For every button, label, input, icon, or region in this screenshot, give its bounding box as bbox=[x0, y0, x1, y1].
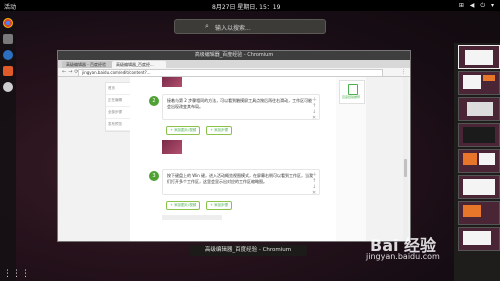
search-placeholder: 输入以搜索... bbox=[215, 25, 251, 32]
window-title: 高级编辑器_百度经验 - Chromium bbox=[58, 51, 410, 60]
scrollbar[interactable] bbox=[403, 77, 408, 241]
system-menu[interactable]: ⊞ ◀ ⏻ ▾ bbox=[459, 2, 496, 10]
workspace-thumb[interactable] bbox=[458, 45, 500, 69]
recommend-label: 百度经验推荐 bbox=[342, 95, 361, 99]
step-image-thumb[interactable] bbox=[162, 77, 182, 87]
step-text[interactable]: 按下键盘上的 Win 键，进入活动概览视图模式，在屏幕右侧可以看到工作区，当我们… bbox=[162, 169, 320, 195]
page-content: 首页 正在编辑 全部步骤 发布预览 2 接着与第 2 步骤相同的方法，可以看到触… bbox=[58, 77, 410, 241]
workspace-switcher bbox=[454, 43, 500, 281]
step-number: 2 bbox=[149, 96, 159, 106]
top-bar: 活动 8月27日 星期日, 15：19 ⊞ ◀ ⏻ ▾ bbox=[0, 0, 500, 11]
workspace-thumb[interactable] bbox=[458, 71, 500, 95]
files-icon[interactable] bbox=[3, 34, 13, 44]
watermark: Bai 经验 jingyan.baidu.com bbox=[366, 232, 440, 261]
search-icon: ⌕ bbox=[205, 22, 209, 30]
clock[interactable]: 8月27日 星期日, 15：19 bbox=[212, 2, 280, 11]
step-text[interactable]: 接着与第 2 步骤相同的方法，可以看到触摸屏工具点按后再往右滑动，工作区可能会出… bbox=[162, 94, 320, 120]
scrollbar-thumb[interactable] bbox=[404, 159, 407, 177]
url-field[interactable]: jingyan.baidu.com/edit/content?... bbox=[78, 69, 383, 77]
workspace-thumb[interactable] bbox=[458, 227, 500, 251]
left-nav-item[interactable]: 正在编辑 bbox=[106, 95, 132, 107]
left-nav-item[interactable]: 发布预览 bbox=[106, 119, 132, 131]
step-side-icons[interactable]: ＋ ↑ ↓ ✕ bbox=[312, 171, 317, 196]
add-image-button[interactable]: + 添加图片/视频 bbox=[166, 126, 201, 135]
settings-icon[interactable] bbox=[3, 82, 13, 92]
doc-icon bbox=[348, 84, 358, 95]
step-side-icons[interactable]: ＋ ↑ ↓ ✕ bbox=[312, 96, 317, 121]
activities-button[interactable]: 活动 bbox=[4, 2, 16, 11]
workspace-thumb[interactable] bbox=[458, 175, 500, 199]
left-nav-item[interactable]: 全部步骤 bbox=[106, 107, 132, 119]
workspace-thumb[interactable] bbox=[458, 123, 500, 147]
software-icon[interactable] bbox=[3, 66, 13, 76]
workspace-thumb[interactable] bbox=[458, 97, 500, 121]
editor-column: 2 接着与第 2 步骤相同的方法，可以看到触摸屏工具点按后再往右滑动，工作区可能… bbox=[130, 77, 336, 241]
workspace-thumb[interactable] bbox=[458, 149, 500, 173]
step-number: 3 bbox=[149, 171, 159, 181]
watermark-site: jingyan.baidu.com bbox=[366, 252, 440, 261]
image-placeholder bbox=[162, 215, 222, 220]
window-caption: 高级编辑器_百度经验 - Chromium bbox=[189, 245, 307, 256]
left-nav: 首页 正在编辑 全部步骤 发布预览 bbox=[105, 82, 133, 132]
chrome-icon[interactable] bbox=[3, 18, 13, 28]
add-image-button[interactable]: + 添加图片/视频 bbox=[166, 201, 201, 210]
dock: ⋮⋮⋮ bbox=[0, 11, 30, 281]
workspace-thumb[interactable] bbox=[458, 201, 500, 225]
step-image-thumb[interactable] bbox=[162, 140, 182, 154]
right-column: 百度经验推荐 bbox=[336, 77, 366, 241]
left-nav-item[interactable]: 首页 bbox=[106, 83, 132, 95]
app-grid-icon[interactable]: ⋮⋮⋮ bbox=[3, 269, 30, 279]
tab-1[interactable]: 高级编辑器 - 百度经验 bbox=[62, 61, 114, 68]
add-step-button[interactable]: + 添加步骤 bbox=[206, 126, 233, 135]
firefox-icon[interactable] bbox=[3, 50, 13, 60]
add-step-button[interactable]: + 添加步骤 bbox=[206, 201, 233, 210]
browser-window[interactable]: 高级编辑器_百度经验 - Chromium 高级编辑器 - 百度经验 高级编辑器… bbox=[58, 51, 410, 241]
tab-2[interactable]: 高级编辑器_百度经... bbox=[112, 61, 166, 68]
recommend-box[interactable]: 百度经验推荐 bbox=[339, 80, 365, 104]
menu-icon[interactable]: ⋮ bbox=[401, 69, 406, 75]
address-bar-row: ←→⟳ jingyan.baidu.com/edit/content?... ⋮ bbox=[58, 68, 410, 77]
tab-strip: 高级编辑器 - 百度经验 高级编辑器_百度经... bbox=[58, 60, 410, 68]
search-input[interactable]: ⌕ 输入以搜索... bbox=[174, 19, 326, 34]
